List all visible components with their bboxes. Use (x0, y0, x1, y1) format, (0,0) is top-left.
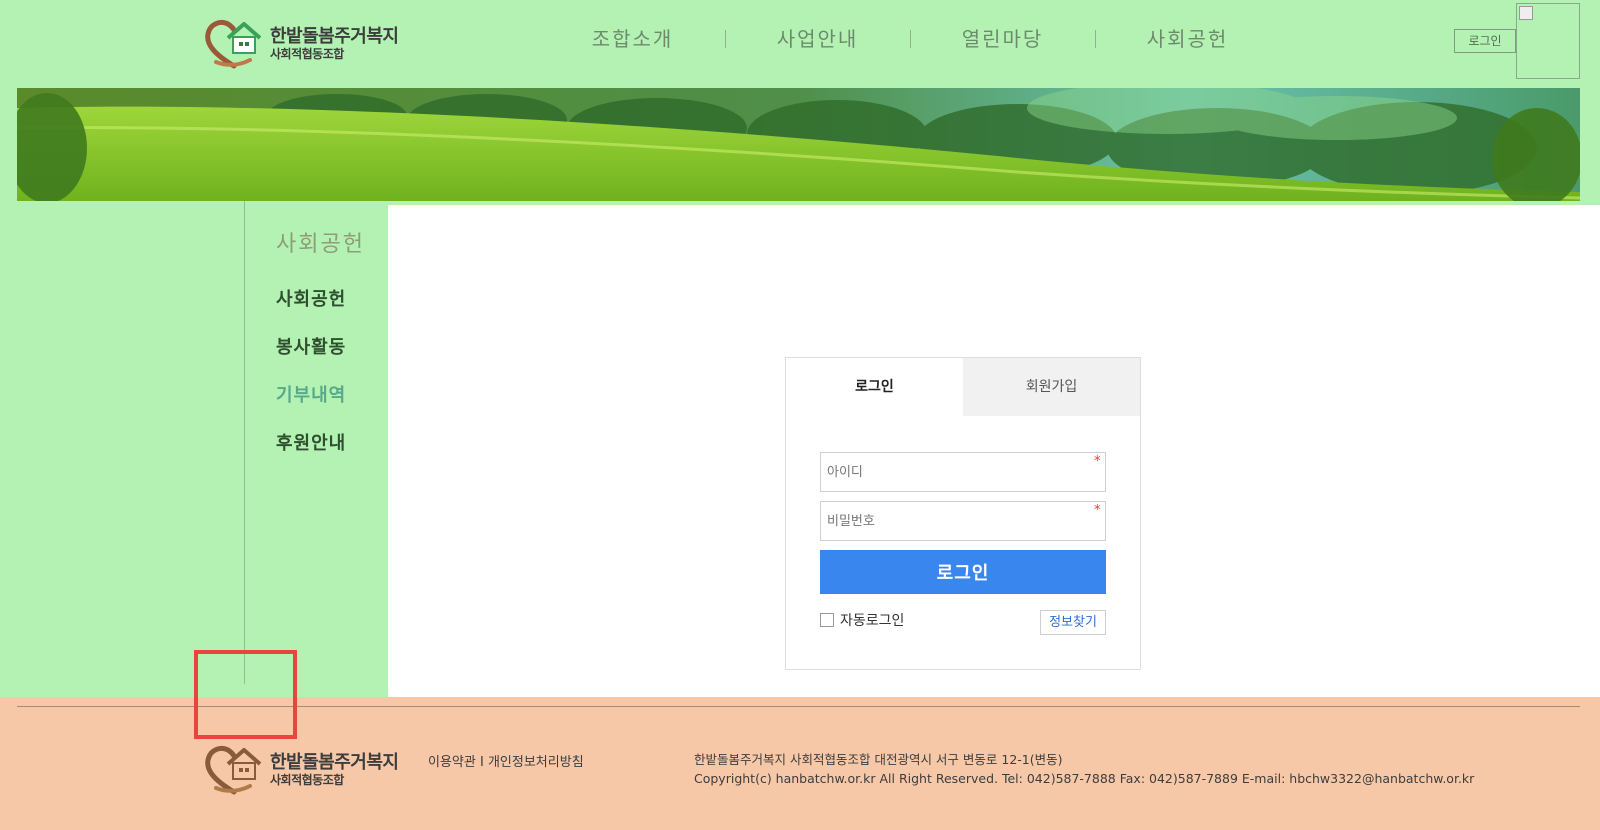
sidebar-title: 사회공헌 (276, 232, 365, 257)
privacy-link[interactable]: 개인정보처리방침 (488, 755, 584, 770)
auto-login-checkbox[interactable]: 자동로그인 (820, 610, 904, 630)
header-login-button[interactable]: 로그인 (1454, 29, 1516, 53)
brand-sub: 사회적협동조합 (270, 47, 344, 61)
sidebar-menu: 사회공헌 봉사활동 기부내역 후원안내 (276, 286, 346, 478)
nav-item-social-contribution[interactable]: 사회공헌 (1095, 22, 1280, 56)
footer-link-separator: I (479, 755, 484, 770)
nav-item-open-forum[interactable]: 열린마당 (910, 22, 1095, 56)
sidebar-divider (244, 201, 245, 684)
tab-join[interactable]: 회원가입 (963, 358, 1140, 416)
checkbox-icon[interactable] (820, 613, 834, 627)
footer-address: 한밭돌봄주거복지 사회적협동조합 대전광역시 서구 변동로 12-1(변동) (694, 752, 1063, 767)
site-header: 한밭돌봄주거복지 사회적협동조합 조합소개 사업안내 열린마당 사회공헌 로그인 (0, 0, 1600, 88)
find-info-button[interactable]: 정보찾기 (1040, 610, 1106, 635)
login-box: 로그인 회원가입 * * 로그인 자동로그인 정보찾기 (785, 357, 1141, 670)
id-input[interactable] (820, 452, 1106, 492)
sidebar-item-donation-history[interactable]: 기부내역 (276, 382, 346, 430)
terms-link[interactable]: 이용약관 (428, 755, 476, 770)
footer-links: 이용약관 I 개인정보처리방침 (428, 751, 584, 770)
heart-house-icon (205, 19, 262, 69)
nav-item-about[interactable]: 조합소개 (540, 22, 725, 56)
footer-logo: 한밭돌봄주거복지 사회적협동조합 (204, 742, 404, 796)
nav-item-business[interactable]: 사업안내 (725, 22, 910, 56)
footer-copyright: Copyright(c) hanbatchw.or.kr All Right R… (694, 771, 1475, 786)
footer-info: 한밭돌봄주거복지 사회적협동조합 대전광역시 서구 변동로 12-1(변동) C… (694, 750, 1474, 788)
auto-login-label: 자동로그인 (840, 613, 905, 629)
footer-brand-sub: 사회적협동조합 (270, 773, 344, 787)
sidebar-item-social-contribution[interactable]: 사회공헌 (276, 286, 346, 334)
hero-banner (17, 88, 1580, 201)
sidebar-item-sponsorship[interactable]: 후원안내 (276, 430, 346, 478)
tab-login[interactable]: 로그인 (786, 358, 963, 416)
broken-image-icon (1519, 6, 1533, 20)
highlight-box (194, 650, 297, 739)
main-nav: 조합소개 사업안내 열린마당 사회공헌 (540, 22, 1280, 56)
heart-house-icon (205, 745, 262, 795)
login-submit-button[interactable]: 로그인 (820, 550, 1106, 594)
broken-image (1516, 3, 1580, 79)
password-input[interactable] (820, 501, 1106, 541)
login-tabs: 로그인 회원가입 (786, 358, 1140, 416)
sidebar-item-volunteer[interactable]: 봉사활동 (276, 334, 346, 382)
site-logo[interactable]: 한밭돌봄주거복지 사회적협동조합 (204, 16, 404, 72)
